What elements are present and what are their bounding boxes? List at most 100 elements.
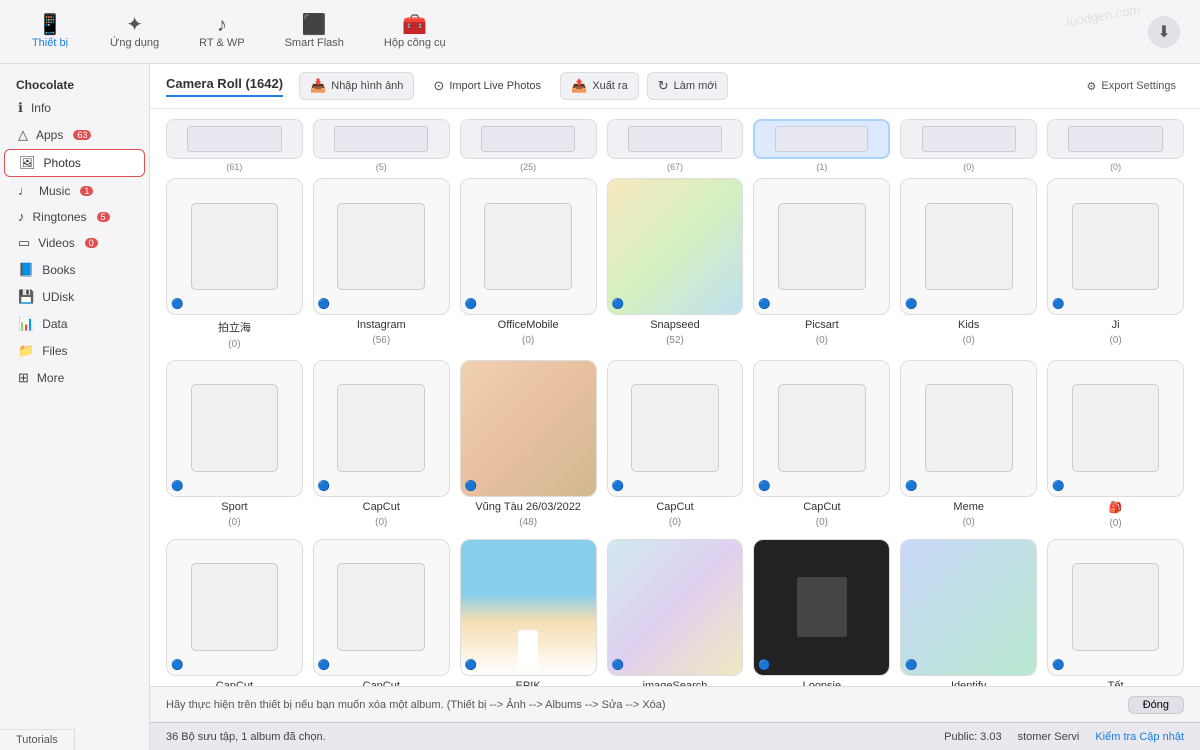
top-count-5: (0): [963, 162, 974, 172]
badge-videos: 0: [85, 238, 98, 248]
album-item-1-5[interactable]: 🔵 Meme (0): [900, 360, 1037, 529]
toolbox-icon: 🧰: [402, 15, 427, 35]
import-live-icon: ⊙: [433, 78, 444, 94]
device-icon: 📱: [38, 15, 63, 35]
album-count-1-1: (0): [375, 517, 387, 528]
album-item-2-2[interactable]: 🔵 EPIK (11): [460, 539, 597, 686]
album-pin-1-0: 🔵: [171, 481, 183, 492]
album-item-1-4[interactable]: 🔵 CapCut (0): [753, 360, 890, 529]
status-update[interactable]: Kiểm tra Cập nhật: [1095, 731, 1184, 743]
album-item-1-2[interactable]: 🔵 Vũng Tàu 26/03/2022 (48): [460, 360, 597, 529]
album-pin-2-0: 🔵: [171, 660, 183, 671]
books-label: Books: [42, 263, 75, 277]
album-pin-0-6: 🔵: [1052, 299, 1064, 310]
top-thumb-2: [460, 119, 597, 159]
album-item-1-6[interactable]: 🔵 🎒 (0): [1047, 360, 1184, 529]
album-item-0-0[interactable]: 🔵 拍立海 (0): [166, 178, 303, 350]
album-count-0-6: (0): [1109, 335, 1121, 346]
sidebar-item-apps[interactable]: △Apps63: [4, 122, 145, 148]
album-name-1-2: Vũng Tàu 26/03/2022: [475, 501, 581, 513]
album-pin-0-2: 🔵: [465, 299, 477, 310]
action-import[interactable]: 📥Nhập hình ảnh: [299, 72, 414, 100]
album-item-1-1[interactable]: 🔵 CapCut (0): [313, 360, 450, 529]
album-item-2-6[interactable]: 🔵 Tết (0): [1047, 539, 1184, 686]
album-item-0-2[interactable]: 🔵 OfficeMobile (0): [460, 178, 597, 350]
album-item-2-3[interactable]: 🔵 imageSearch (0): [607, 539, 744, 686]
grid-container[interactable]: (61) (5) (25) (67) (1) (0) (0): [150, 109, 1200, 686]
action-import-live[interactable]: ⊙Import Live Photos: [422, 72, 552, 100]
album-item-0-6[interactable]: 🔵 Ji (0): [1047, 178, 1184, 350]
sidebar-item-music[interactable]: ♩Music1: [4, 178, 145, 203]
toolbar-item-rtwp[interactable]: ♪RT & WP: [189, 11, 254, 53]
sidebar-item-ringtones[interactable]: ♪ Ringtones 5: [4, 204, 145, 229]
album-item-1-3[interactable]: 🔵 CapCut (0): [607, 360, 744, 529]
album-pin-1-5: 🔵: [905, 481, 917, 492]
album-item-0-3[interactable]: 🔵 Snapseed (52): [607, 178, 744, 350]
tutorials-button[interactable]: Tutorials: [0, 729, 75, 750]
sidebar-item-files[interactable]: 📁Files: [4, 338, 145, 364]
sidebar-item-data[interactable]: 📊Data: [4, 311, 145, 337]
top-row-item-1[interactable]: (5): [313, 119, 450, 172]
album-pin-1-1: 🔵: [318, 481, 330, 492]
export-label: Xuất ra: [592, 80, 627, 92]
album-item-2-0[interactable]: 🔵 CapCut (0): [166, 539, 303, 686]
album-name-1-5: Meme: [953, 501, 984, 513]
music-icon: ♩: [18, 183, 31, 198]
top-row-item-6[interactable]: (0): [1047, 119, 1184, 172]
top-row-item-3[interactable]: (67): [607, 119, 744, 172]
udisk-icon: 💾: [18, 289, 34, 305]
music-label: Music: [39, 184, 70, 198]
ringtones-label: Ringtones: [33, 210, 87, 224]
files-label: Files: [42, 344, 67, 358]
toolbar-item-smartflash[interactable]: ⬛Smart Flash: [275, 11, 354, 53]
top-row-item-2[interactable]: (25): [460, 119, 597, 172]
ringtones-icon: ♪: [18, 209, 25, 224]
content-header: Camera Roll (1642) 📥Nhập hình ảnh⊙Import…: [150, 64, 1200, 109]
download-button[interactable]: ⬇: [1148, 16, 1180, 48]
album-item-2-1[interactable]: 🔵 CapCut (0): [313, 539, 450, 686]
album-pin-1-6: 🔵: [1052, 481, 1064, 492]
toolbar-item-toolbox[interactable]: 🧰Hộp công cụ: [374, 11, 456, 53]
top-toolbar: 📱Thiết bị ✦Ứng dụng ♪RT & WP ⬛Smart Flash 🧰H…: [0, 0, 1200, 64]
album-count-1-6: (0): [1109, 518, 1121, 529]
top-thumb-6: [1047, 119, 1184, 159]
album-count-0-1: (56): [372, 335, 390, 346]
album-item-1-0[interactable]: 🔵 Sport (0): [166, 360, 303, 529]
udisk-label: UDisk: [42, 290, 74, 304]
album-pin-0-4: 🔵: [758, 299, 770, 310]
sidebar-item-info[interactable]: ℹInfo: [4, 95, 145, 121]
album-count-1-5: (0): [963, 517, 975, 528]
badge-ringtones: 5: [97, 212, 110, 222]
album-pin-1-4: 🔵: [758, 481, 770, 492]
toolbar-item-device[interactable]: 📱Thiết bị: [20, 11, 80, 53]
toolbar-item-app[interactable]: ✦Ứng dụng: [100, 11, 169, 53]
album-pin-2-1: 🔵: [318, 660, 330, 671]
close-button[interactable]: Đóng: [1128, 696, 1184, 714]
sidebar-item-videos[interactable]: ▭Videos0: [4, 230, 145, 256]
action-export[interactable]: 📤 Xuất ra: [560, 72, 639, 100]
sidebar-item-udisk[interactable]: 💾 UDisk: [4, 284, 145, 310]
photos-label: Photos: [44, 156, 81, 170]
album-item-0-5[interactable]: 🔵 Kids (0): [900, 178, 1037, 350]
album-count-0-2: (0): [522, 335, 534, 346]
action-refresh[interactable]: ↻Làm mới: [647, 72, 728, 100]
album-count-0-3: (52): [666, 335, 684, 346]
sidebar-item-books[interactable]: 📘Books: [4, 257, 145, 283]
album-grid: 🔵 拍立海 (0) 🔵 Instagram (56) 🔵 OfficeMobil…: [166, 178, 1184, 686]
sidebar-item-more[interactable]: ⊞More: [4, 365, 145, 391]
album-item-0-4[interactable]: 🔵 Picsart (0): [753, 178, 890, 350]
top-row-item-4[interactable]: (1): [753, 119, 890, 172]
data-label: Data: [42, 317, 67, 331]
top-thumb-4: [753, 119, 890, 159]
sidebar-item-photos[interactable]: 🖼Photos: [4, 149, 145, 177]
top-count-1: (5): [376, 162, 387, 172]
album-thumb-2-6: 🔵: [1047, 539, 1184, 676]
album-item-2-4[interactable]: 🔵 Loopsie (6): [753, 539, 890, 686]
top-row-item-5[interactable]: (0): [900, 119, 1037, 172]
export-icon: 📤: [571, 78, 587, 94]
album-item-2-5[interactable]: 🔵 Identify (1): [900, 539, 1037, 686]
export-settings-button[interactable]: ⚙ Export Settings: [1079, 76, 1184, 97]
album-item-0-1[interactable]: 🔵 Instagram (56): [313, 178, 450, 350]
album-thumb-2-1: 🔵: [313, 539, 450, 676]
top-row-item-0[interactable]: (61): [166, 119, 303, 172]
